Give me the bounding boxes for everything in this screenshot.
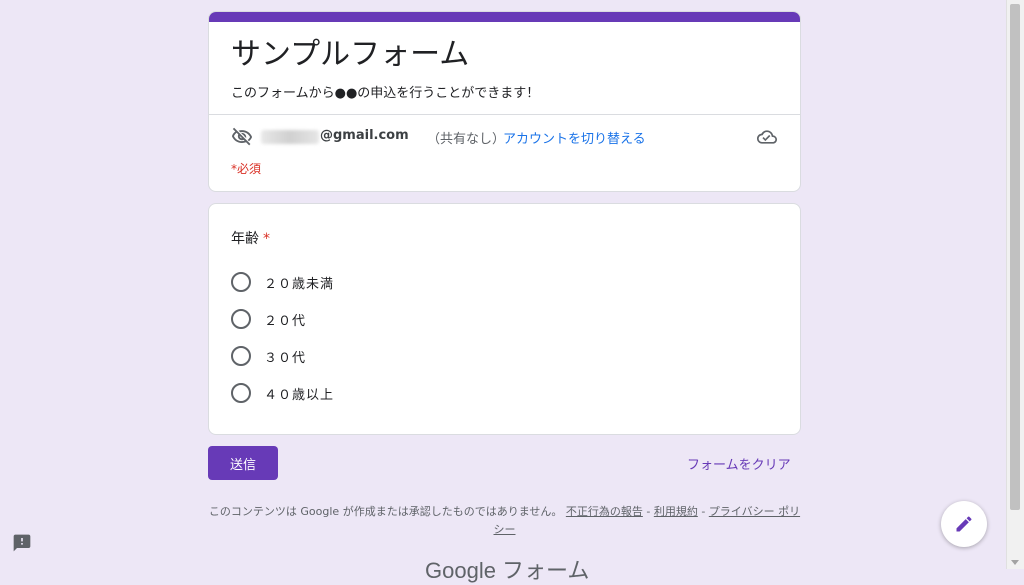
submit-button[interactable]: 送信	[208, 446, 278, 480]
terms-link[interactable]: 利用規約	[654, 505, 698, 518]
cloud-done-icon	[757, 130, 777, 144]
account-row: @gmail.com （共有なし） アカウントを切り替える	[231, 125, 780, 149]
radio-option[interactable]: ２０代	[231, 308, 306, 330]
footer: このコンテンツは Google が作成または承認したものではありません。 不正行…	[208, 503, 801, 539]
form-header-card: サンプルフォーム このフォームから●●の申込を行うことができます！ @gmail…	[208, 11, 801, 192]
footer-disclaimer: このコンテンツは Google が作成または承認したものではありません。	[208, 505, 563, 518]
radio-button[interactable]	[231, 309, 251, 329]
accent-bar	[209, 12, 800, 22]
scrollbar-thumb[interactable]	[1010, 4, 1020, 510]
form-title: サンプルフォーム	[231, 37, 470, 72]
option-label: ４０歳以上	[264, 387, 335, 403]
email-redacted	[261, 130, 319, 144]
pencil-icon	[956, 516, 972, 532]
footer-separator: -	[642, 505, 654, 518]
account-email: @gmail.com	[320, 128, 409, 143]
question-title-text: 年齢	[231, 231, 259, 247]
option-label: ３０代	[264, 350, 307, 366]
radio-button[interactable]	[231, 346, 251, 366]
report-abuse-link[interactable]: 不正行為の報告	[566, 505, 643, 518]
clear-form-button[interactable]: フォームをクリア	[687, 454, 791, 473]
required-note: *必須	[231, 162, 262, 176]
question-card: 年齢 * ２０歳未満 ２０代 ３０代 ４０歳以上	[208, 203, 801, 435]
option-label: ２０代	[264, 313, 307, 329]
scroll-down-arrow-icon[interactable]	[1011, 560, 1019, 565]
divider	[209, 114, 800, 115]
required-star: *	[263, 231, 270, 247]
radio-option[interactable]: ２０歳未満	[231, 271, 334, 293]
edit-fab-button[interactable]	[941, 501, 987, 547]
option-label: ２０歳未満	[264, 276, 335, 292]
eye-off-icon	[231, 127, 253, 146]
radio-option[interactable]: ３０代	[231, 345, 306, 367]
google-forms-logo: Google フォーム	[425, 558, 590, 583]
form-description: このフォームから●●の申込を行うことができます！	[231, 86, 540, 101]
radio-button[interactable]	[231, 272, 251, 292]
switch-account-link[interactable]: アカウントを切り替える	[503, 128, 646, 147]
footer-separator: -	[697, 505, 709, 518]
scrollbar[interactable]	[1006, 0, 1024, 569]
feedback-icon[interactable]	[12, 533, 32, 553]
radio-option[interactable]: ４０歳以上	[231, 382, 334, 404]
question-title: 年齢 *	[231, 228, 270, 248]
share-status: （共有なし）	[427, 132, 506, 147]
radio-button[interactable]	[231, 383, 251, 403]
